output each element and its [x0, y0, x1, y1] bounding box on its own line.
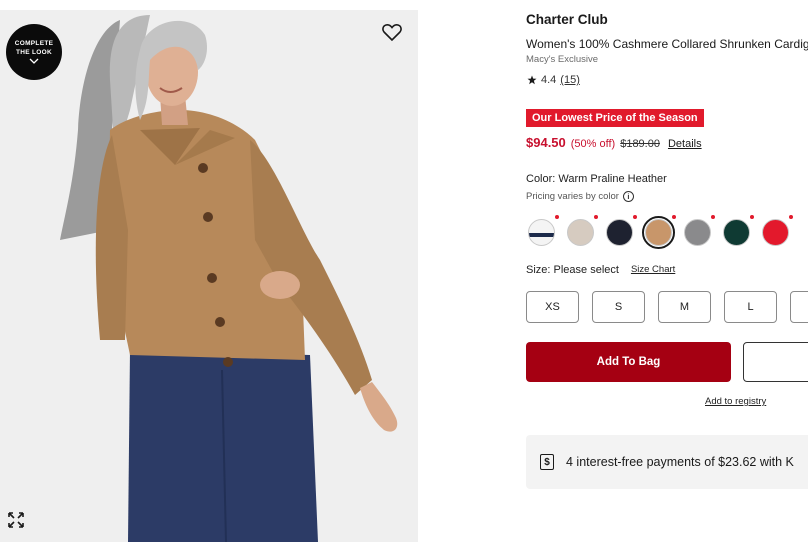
swatch-circle: [762, 219, 789, 246]
size-button-m[interactable]: M: [658, 291, 711, 323]
add-to-registry-link[interactable]: Add to registry: [705, 396, 766, 407]
chevron-down-icon: [29, 58, 39, 64]
product-title: Women's 100% Cashmere Collared Shrunken …: [526, 37, 808, 51]
size-button-more[interactable]: [790, 291, 808, 323]
secondary-action-button[interactable]: [743, 342, 808, 382]
swatch-warm-praline-heather[interactable]: [642, 215, 676, 249]
color-label: Color: Warm Praline Heather: [526, 173, 667, 185]
price-row: $94.50 (50% off) $189.00 Details: [526, 135, 702, 150]
expand-icon[interactable]: [6, 510, 26, 530]
pricing-note: Pricing varies by color i: [526, 191, 634, 202]
swatch-navy[interactable]: [606, 215, 637, 246]
pricing-note-text: Pricing varies by color: [526, 191, 619, 202]
swatch-circle: [567, 219, 594, 246]
swatch-ivory-navy-stripe[interactable]: [528, 215, 559, 246]
swatch-grey-heather[interactable]: [684, 215, 715, 246]
swatch-circle: [528, 219, 555, 246]
brand-name[interactable]: Charter Club: [526, 12, 608, 27]
review-count-link[interactable]: (15): [560, 74, 580, 86]
sale-dot: [711, 215, 715, 219]
info-icon[interactable]: i: [622, 191, 634, 202]
swatch-circle: [642, 216, 675, 249]
size-label: Size: Please select: [526, 264, 619, 276]
swatch-circle: [684, 219, 711, 246]
rating-value: 4.4: [541, 74, 557, 86]
swatch-oatmeal-heather[interactable]: [567, 215, 598, 246]
size-options: XS S M L: [526, 291, 808, 323]
product-photo: [0, 10, 418, 542]
payment-text: 4 interest-free payments of $23.62 with …: [566, 455, 794, 469]
sale-dot: [789, 215, 793, 219]
sale-dot: [672, 215, 676, 219]
size-button-xs[interactable]: XS: [526, 291, 579, 323]
sale-dot: [594, 215, 598, 219]
product-image-panel: COMPLETE THE LOOK: [0, 10, 418, 542]
size-button-l[interactable]: L: [724, 291, 777, 323]
sale-dot: [555, 215, 559, 219]
original-price: $189.00: [620, 138, 660, 150]
add-to-bag-button[interactable]: Add To Bag: [526, 342, 731, 382]
size-button-s[interactable]: S: [592, 291, 645, 323]
exclusive-label: Macy's Exclusive: [526, 54, 599, 65]
complete-the-look-button[interactable]: COMPLETE THE LOOK: [6, 24, 62, 80]
heart-icon[interactable]: [380, 20, 404, 44]
color-swatches: [528, 215, 793, 249]
rating: 4.4 (15): [527, 74, 580, 86]
swatch-red[interactable]: [762, 215, 793, 246]
complete-the-look-line1: COMPLETE: [14, 40, 54, 47]
swatch-circle: [723, 219, 750, 246]
promo-badge: Our Lowest Price of the Season: [526, 109, 704, 127]
size-row: Size: Please select Size Chart: [526, 264, 675, 276]
swatch-circle: [606, 219, 633, 246]
star-icon: [527, 75, 537, 85]
swatch-forest-green[interactable]: [723, 215, 754, 246]
sale-dot: [750, 215, 754, 219]
payment-banner[interactable]: $ 4 interest-free payments of $23.62 wit…: [526, 435, 808, 489]
complete-the-look-line2: THE LOOK: [16, 49, 52, 56]
details-link[interactable]: Details: [668, 138, 702, 150]
dollar-icon: $: [540, 454, 554, 470]
size-chart-link[interactable]: Size Chart: [631, 264, 675, 276]
percent-off: (50% off): [570, 138, 616, 150]
sale-price: $94.50: [526, 135, 566, 150]
sale-dot: [633, 215, 637, 219]
